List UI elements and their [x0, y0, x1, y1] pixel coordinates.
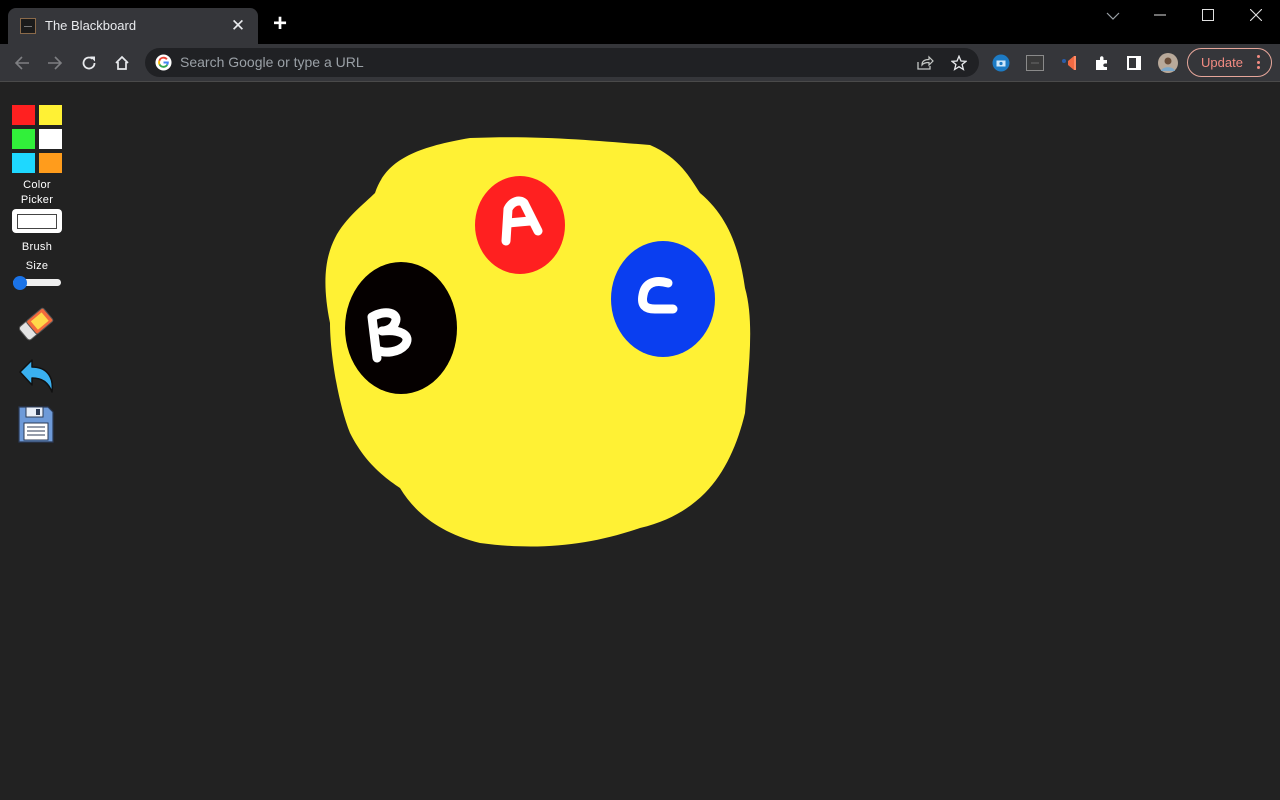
- color-picker-label: Color: [23, 179, 51, 191]
- kebab-menu-icon[interactable]: [1257, 55, 1261, 71]
- blackboard-extension-icon: [1026, 55, 1044, 71]
- brush-size-slider[interactable]: [13, 276, 61, 290]
- megaphone-icon: [1062, 56, 1076, 70]
- brush-label: Brush: [21, 241, 53, 253]
- maximize-icon: [1202, 9, 1214, 21]
- swatch-white[interactable]: [39, 129, 62, 149]
- extensions-button[interactable]: [1092, 53, 1112, 73]
- back-button[interactable]: [10, 51, 34, 75]
- home-icon: [115, 55, 129, 70]
- bookmark-button[interactable]: [949, 53, 969, 73]
- eraser-button[interactable]: [14, 301, 60, 347]
- browser-tab[interactable]: The Blackboard ✕: [8, 8, 258, 44]
- share-icon: [916, 55, 934, 70]
- swatch-yellow[interactable]: [39, 105, 62, 125]
- new-tab-button[interactable]: +: [268, 12, 292, 36]
- floppy-disk-icon: [18, 406, 54, 443]
- blackboard-favicon-icon: [20, 18, 36, 34]
- profile-avatar: [1158, 53, 1178, 73]
- color-picker-input[interactable]: [12, 209, 62, 233]
- swatch-green[interactable]: [12, 129, 35, 149]
- share-button[interactable]: [915, 53, 935, 73]
- drawing-canvas[interactable]: [0, 83, 1280, 800]
- photo-extension-button[interactable]: [991, 53, 1011, 73]
- photo-extension-icon: [992, 54, 1010, 72]
- maximize-button[interactable]: [1185, 4, 1231, 28]
- minimize-button[interactable]: [1137, 4, 1183, 28]
- arrow-left-icon: [14, 56, 29, 70]
- swatch-cyan[interactable]: [12, 153, 35, 173]
- title-bar: The Blackboard ✕ +: [0, 0, 1280, 44]
- blackboard-page: Color Picker Brush Size: [0, 83, 1280, 800]
- minimize-icon: [1154, 14, 1166, 16]
- side-panel-button[interactable]: [1124, 53, 1144, 73]
- undo-button[interactable]: [14, 354, 60, 400]
- reload-icon: [82, 56, 96, 70]
- blackboard-extension-button[interactable]: [1025, 53, 1045, 73]
- arrow-right-icon: [48, 56, 63, 70]
- update-label: Update: [1201, 55, 1243, 70]
- profile-button[interactable]: [1158, 53, 1178, 73]
- home-button[interactable]: [110, 51, 134, 75]
- swatch-orange[interactable]: [39, 153, 62, 173]
- slider-thumb[interactable]: [13, 276, 27, 290]
- side-panel-icon: [1127, 56, 1141, 70]
- tab-title: The Blackboard: [45, 18, 137, 33]
- close-window-button[interactable]: [1233, 4, 1279, 28]
- address-input[interactable]: Search Google or type a URL: [180, 54, 364, 70]
- brush-size-label: Size: [25, 260, 49, 272]
- color-palette: [12, 105, 64, 173]
- reload-button[interactable]: [77, 51, 101, 75]
- undo-icon: [19, 359, 54, 393]
- forward-button[interactable]: [43, 51, 67, 75]
- star-icon: [951, 55, 967, 71]
- color-picker-label-2: Picker: [20, 194, 54, 206]
- tab-search-button[interactable]: [1090, 4, 1136, 28]
- puzzle-icon: [1096, 56, 1107, 70]
- chevron-down-icon: [1106, 12, 1120, 20]
- update-button[interactable]: Update: [1187, 48, 1272, 77]
- announcer-extension-button[interactable]: [1059, 53, 1079, 73]
- tab-close-icon[interactable]: ✕: [228, 16, 248, 36]
- google-icon: [155, 54, 172, 71]
- eraser-icon: [18, 307, 54, 341]
- save-button[interactable]: [14, 404, 60, 450]
- address-bar[interactable]: Search Google or type a URL: [145, 48, 979, 77]
- swatch-red[interactable]: [12, 105, 35, 125]
- browser-toolbar: Search Google or type a URL Update: [0, 44, 1280, 82]
- circle-c: [611, 241, 715, 357]
- close-icon: [1249, 8, 1263, 22]
